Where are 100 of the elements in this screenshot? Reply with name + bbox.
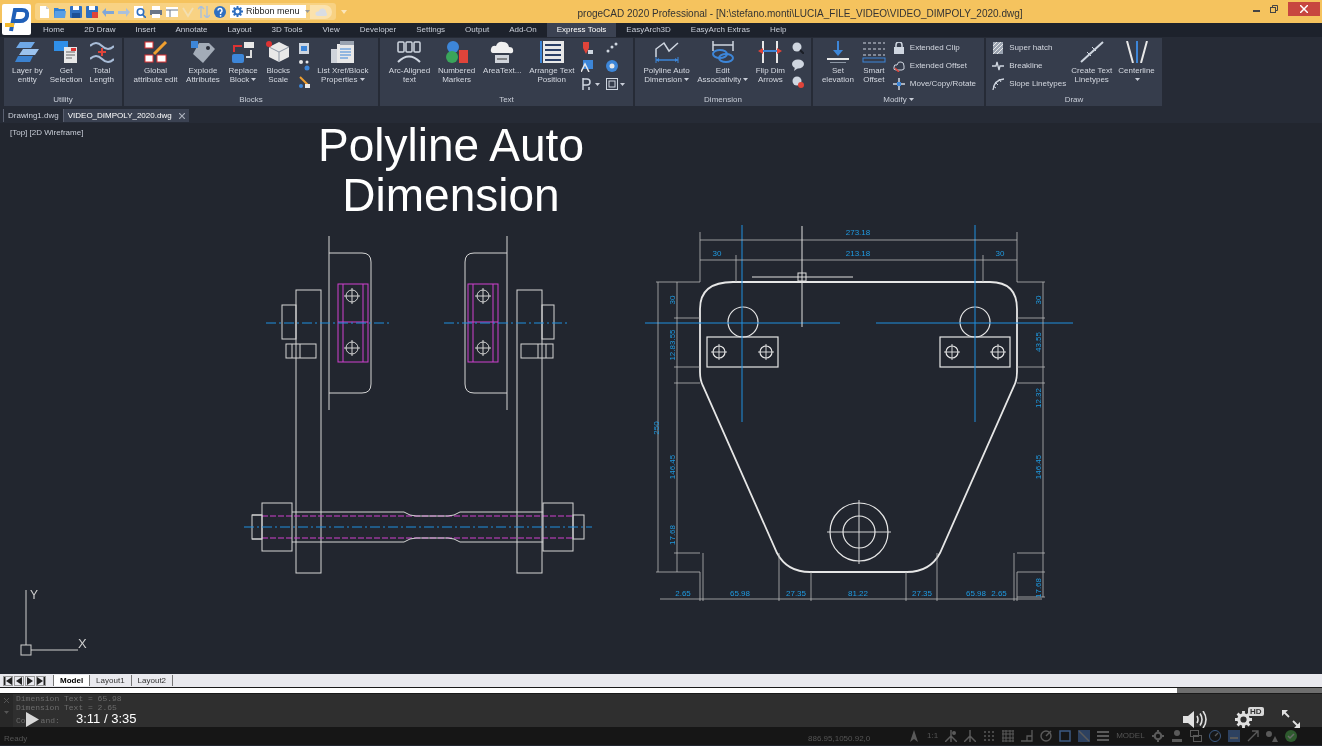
- tool-button[interactable]: Breakline: [992, 60, 1067, 72]
- tool-button[interactable]: Blocks Scale: [265, 41, 292, 84]
- ribbon-tab[interactable]: EasyArch Extras: [680, 23, 760, 37]
- dimension-label: 146.45: [668, 454, 677, 480]
- sheet-tab[interactable]: Layout2: [131, 675, 174, 686]
- arrowhead-icon[interactable]: [908, 730, 920, 742]
- next-tab-icon[interactable]: [26, 676, 34, 685]
- minus-tile-icon[interactable]: [1227, 730, 1240, 742]
- save-as-icon[interactable]: [86, 5, 98, 18]
- minimize-icon[interactable]: [1253, 9, 1260, 12]
- tool-button[interactable]: Flip Dim Arrows: [754, 41, 787, 84]
- document-tab[interactable]: VIDEO_DIMPOLY_2020.dwg: [62, 109, 189, 122]
- previous-tab-icon[interactable]: [15, 676, 23, 685]
- scatter-dots-icon: [297, 59, 310, 71]
- dots-icon: [606, 42, 619, 54]
- ribbon-tab[interactable]: Output: [455, 23, 500, 37]
- ribbon-tab[interactable]: Settings: [406, 23, 456, 37]
- person-icon[interactable]: [1170, 730, 1183, 742]
- tool-button[interactable]: AreaText...: [482, 41, 523, 75]
- first-tab-icon[interactable]: [4, 676, 12, 685]
- tool-button[interactable]: [581, 42, 594, 54]
- step-icon[interactable]: [1021, 730, 1034, 742]
- tool-button[interactable]: [297, 59, 310, 71]
- app-logo-icon[interactable]: [2, 4, 31, 35]
- tool-button[interactable]: Polyline Auto Dimension: [642, 41, 691, 84]
- tool-button[interactable]: Explode Attributes: [185, 41, 221, 84]
- ribbon-tab[interactable]: Add-On: [499, 23, 547, 37]
- gear-icon[interactable]: [1151, 730, 1164, 742]
- lines-icon[interactable]: [1097, 730, 1110, 742]
- tool-button[interactable]: Total Length: [88, 41, 115, 84]
- arrow-icon[interactable]: [1246, 730, 1259, 742]
- tool-button[interactable]: Extended Offset: [892, 60, 977, 72]
- ribbon-tab[interactable]: Annotate: [165, 23, 218, 37]
- help-icon[interactable]: [214, 5, 226, 18]
- dial-icon[interactable]: [1040, 730, 1053, 742]
- axes-icon[interactable]: [945, 730, 958, 742]
- tool-button[interactable]: [606, 78, 626, 90]
- tool-button[interactable]: Move/Copy/Rotate: [892, 78, 977, 90]
- ribbon-tab[interactable]: Help: [759, 23, 797, 37]
- ribbon-tab[interactable]: Home: [33, 23, 75, 37]
- tool-button[interactable]: Arc-Aligned text: [387, 41, 432, 84]
- ribbon-tab[interactable]: 2D Draw: [74, 23, 126, 37]
- save-icon[interactable]: [70, 5, 82, 18]
- play-icon[interactable]: [26, 712, 39, 727]
- tool-button[interactable]: Slope Linetypes: [992, 78, 1067, 90]
- tool-button[interactable]: [606, 60, 619, 72]
- ribbon-tab[interactable]: Layout: [217, 23, 262, 37]
- caret-icon: [251, 78, 257, 82]
- axes-icon[interactable]: [964, 730, 977, 742]
- tool-button[interactable]: [791, 76, 804, 88]
- tool-button[interactable]: Set elevation: [820, 41, 855, 84]
- tool-button[interactable]: Get Selection: [48, 41, 84, 84]
- tool-button[interactable]: List Xref/Block Properties: [316, 41, 370, 84]
- diagonal-icon[interactable]: [1078, 730, 1091, 742]
- fullscreen-icon[interactable]: [1282, 710, 1300, 728]
- tool-button[interactable]: [791, 59, 804, 71]
- ribbon-tab[interactable]: 3D Tools: [261, 23, 313, 37]
- tool-button[interactable]: Global attribute edit: [132, 41, 179, 84]
- gear-icon: [232, 6, 243, 17]
- tool-button[interactable]: Arrange Text Position: [528, 41, 576, 84]
- print-preview-icon[interactable]: [134, 5, 146, 18]
- windows-icon[interactable]: [1189, 730, 1202, 742]
- tool-button[interactable]: Create Text Linetypes: [1070, 41, 1114, 84]
- sheet-tab[interactable]: Model: [53, 675, 91, 686]
- tool-button[interactable]: [581, 60, 594, 72]
- shapes-icon[interactable]: [1265, 730, 1278, 742]
- document-tab[interactable]: Drawing1.dwg: [3, 109, 63, 122]
- ribbon-tab[interactable]: Express Tools: [546, 23, 617, 37]
- tool-button[interactable]: Smart Offset: [860, 41, 887, 84]
- caret-icon: [1135, 78, 1141, 82]
- dimension-label: 30: [712, 249, 722, 258]
- tool-button[interactable]: Centerline: [1117, 41, 1156, 84]
- close-button[interactable]: [1288, 1, 1320, 16]
- settings-icon[interactable]: [1235, 711, 1252, 728]
- tool-button[interactable]: Extended Clip: [892, 42, 977, 54]
- ribbon-tab[interactable]: Developer: [349, 23, 407, 37]
- gauge-icon[interactable]: [1208, 730, 1221, 742]
- tool-button[interactable]: [297, 76, 310, 88]
- tool-button[interactable]: Layer by entity: [10, 41, 44, 84]
- close-icon[interactable]: [178, 112, 185, 119]
- volume-icon[interactable]: [1183, 711, 1207, 728]
- tool-button[interactable]: Super hatch: [992, 42, 1067, 54]
- tool-button[interactable]: [581, 78, 601, 90]
- tool-button[interactable]: Edit Associativity: [696, 41, 750, 84]
- dot-grid-icon[interactable]: [983, 730, 996, 742]
- tool-button[interactable]: [791, 42, 804, 54]
- tool-button[interactable]: [297, 42, 310, 54]
- restore-icon[interactable]: [1270, 4, 1278, 13]
- arc-boxes-icon: [397, 41, 422, 63]
- tool-button[interactable]: Numbered Markers: [436, 41, 477, 84]
- tool-button[interactable]: [606, 42, 619, 54]
- ribbon-tab[interactable]: View: [312, 23, 350, 37]
- square-icon[interactable]: [1059, 730, 1072, 742]
- sheet-tab[interactable]: Layout1: [90, 675, 132, 686]
- check-icon[interactable]: [1284, 730, 1297, 742]
- ribbon-tab[interactable]: EasyArch3D: [616, 23, 681, 37]
- print-icon[interactable]: [150, 5, 162, 18]
- last-tab-icon[interactable]: [37, 676, 45, 685]
- tool-button[interactable]: Replace Block: [227, 41, 259, 84]
- ribbon-tab[interactable]: Insert: [125, 23, 166, 37]
